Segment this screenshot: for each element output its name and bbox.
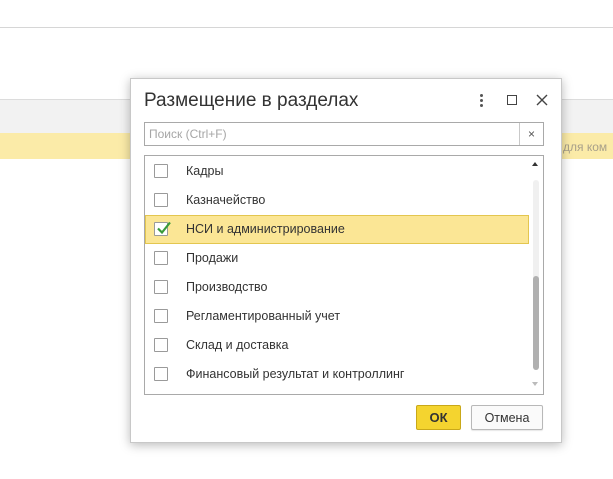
list-item-label: Казначейство — [186, 193, 266, 207]
check-icon — [157, 221, 171, 235]
background-info-text: для ком — [563, 140, 608, 154]
close-button[interactable] — [533, 91, 551, 109]
list-item-label: Продажи — [186, 251, 239, 265]
list-item-reglament[interactable]: Регламентированный учет — [145, 302, 529, 331]
cancel-button[interactable]: Отмена — [471, 405, 543, 430]
checkbox[interactable] — [154, 251, 168, 265]
checkbox[interactable] — [154, 309, 168, 323]
ok-button[interactable]: ОК — [416, 405, 461, 430]
clear-icon: × — [527, 127, 535, 141]
list-item-label: Финансовый результат и контроллинг — [186, 367, 405, 381]
dialog-title: Размещение в разделах — [144, 90, 359, 111]
search-box: × — [144, 122, 544, 146]
more-vertical-icon — [479, 93, 483, 107]
scroll-down-icon[interactable] — [532, 382, 538, 386]
checkbox-checked[interactable] — [154, 221, 171, 236]
list-item-proizvodstvo[interactable]: Производство — [145, 273, 529, 302]
placement-dialog: Размещение в разделах × Кадры Казначейст… — [130, 78, 562, 443]
close-icon — [536, 94, 548, 106]
list-item-label: НСИ и администрирование — [186, 222, 345, 236]
list-item-kadry[interactable]: Кадры — [145, 157, 529, 186]
checkbox[interactable] — [154, 338, 168, 352]
checkbox[interactable] — [154, 164, 168, 178]
list-item-label: Регламентированный учет — [186, 309, 341, 323]
search-input[interactable] — [147, 125, 521, 143]
sections-list: Кадры Казначейство НСИ и администрирован… — [144, 155, 544, 395]
list-item-label: Склад и доставка — [186, 338, 289, 352]
search-clear-button[interactable]: × — [519, 123, 543, 145]
list-scrollbar[interactable] — [530, 156, 543, 394]
maximize-icon — [507, 95, 517, 105]
list-item-kaznacheystvo[interactable]: Казначейство — [145, 186, 529, 215]
background-top-divider — [0, 27, 613, 28]
list-item-sklad[interactable]: Склад и доставка — [145, 331, 529, 360]
list-item-finrez[interactable]: Финансовый результат и контроллинг — [145, 360, 529, 389]
maximize-button[interactable] — [503, 91, 521, 109]
scroll-up-icon[interactable] — [532, 162, 538, 166]
scroll-thumb[interactable] — [533, 276, 539, 370]
checkbox[interactable] — [154, 193, 168, 207]
list-item-prodazhi[interactable]: Продажи — [145, 244, 529, 273]
list-item-nsi[interactable]: НСИ и администрирование — [145, 215, 529, 244]
list-item-label: Производство — [186, 280, 268, 294]
more-actions-button[interactable] — [472, 91, 490, 109]
checkbox[interactable] — [154, 280, 168, 294]
list-item-label: Кадры — [186, 164, 224, 178]
checkbox[interactable] — [154, 367, 168, 381]
